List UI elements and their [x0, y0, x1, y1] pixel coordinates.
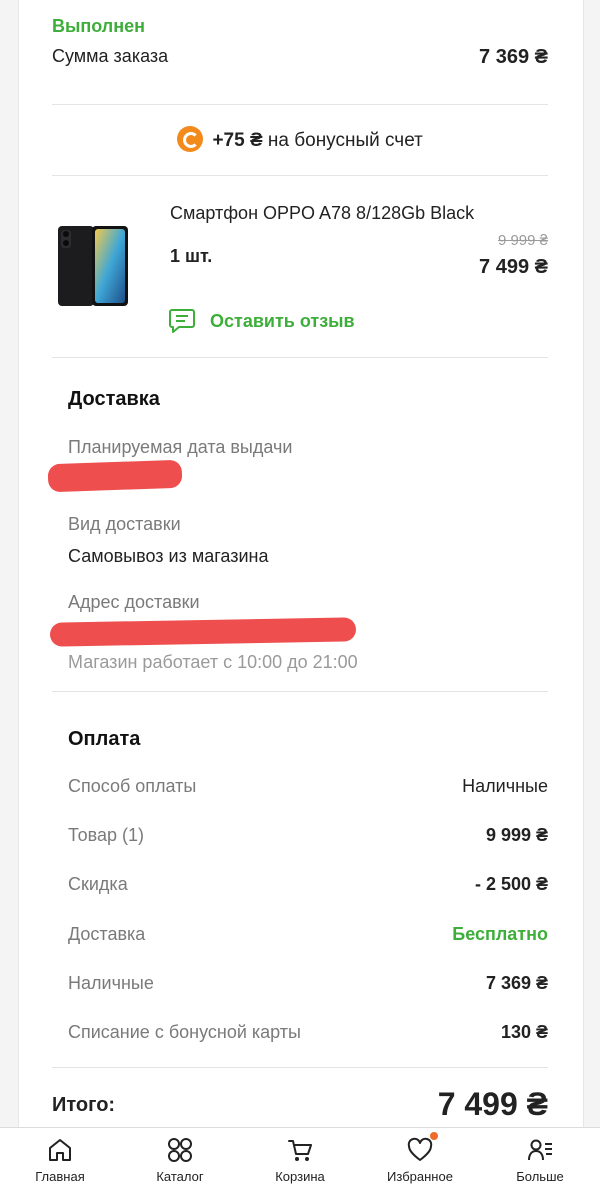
- payment-row: Доставка Бесплатно: [68, 924, 548, 945]
- nav-catalog[interactable]: Каталог: [120, 1128, 240, 1194]
- product-title[interactable]: Смартфон OPPO A78 8/128Gb Black: [170, 203, 474, 224]
- order-sum-value: 7 369 ₴: [479, 46, 548, 68]
- heart-icon: [407, 1137, 433, 1161]
- bonus-text: на бонусный счет: [267, 130, 423, 151]
- cart-icon: [288, 1140, 312, 1161]
- bonus-info: +75 ₴ на бонусный счет: [0, 126, 600, 152]
- payment-row: Товар (1) 9 999 ₴: [68, 825, 548, 846]
- cash-label: Наличные: [68, 973, 154, 993]
- items-label: Товар (1): [68, 825, 144, 845]
- discount-label: Скидка: [68, 874, 128, 894]
- bottom-navigation: Главная Каталог Корзина Избранное Больше: [0, 1127, 600, 1194]
- nav-catalog-label: Каталог: [156, 1169, 204, 1184]
- divider: [52, 1067, 548, 1068]
- delivery-cost-label: Доставка: [68, 924, 146, 944]
- nav-home-label: Главная: [35, 1169, 85, 1184]
- cash-value: 7 369 ₴: [485, 973, 548, 993]
- payment-row: Списание с бонусной карты 130 ₴: [68, 1022, 548, 1043]
- delivery-cost-value: Бесплатно: [452, 924, 548, 944]
- nav-cart[interactable]: Корзина: [240, 1128, 360, 1194]
- payment-method-label: Способ оплаты: [68, 776, 197, 796]
- delivery-date-label: Планируемая дата выдачи: [68, 437, 293, 457]
- order-sum-label: Сумма заказа: [52, 46, 169, 66]
- bonus-amount: +75 ₴: [212, 130, 263, 151]
- total-label: Итого:: [52, 1094, 116, 1116]
- bonus-writeoff-value: 130 ₴: [500, 1022, 548, 1042]
- divider: [52, 104, 548, 105]
- store-hours: Магазин работает с 10:00 до 21:00: [68, 652, 358, 672]
- more-icon: [528, 1139, 552, 1161]
- divider: [52, 175, 548, 176]
- leave-review-label: Оставить отзыв: [210, 310, 355, 331]
- bonus-coin-icon: [177, 126, 204, 152]
- leave-review-button[interactable]: Оставить отзыв: [168, 306, 355, 336]
- delivery-type-label: Вид доставки: [68, 514, 181, 534]
- nav-home[interactable]: Главная: [0, 1128, 120, 1194]
- product-old-price: 9 999 ₴: [497, 232, 548, 249]
- bonus-writeoff-label: Списание с бонусной карты: [68, 1022, 301, 1042]
- delivery-address-label: Адрес доставки: [68, 592, 200, 612]
- delivery-type-value: Самовывоз из магазина: [68, 546, 269, 566]
- product-image[interactable]: [57, 224, 129, 308]
- nav-cart-label: Корзина: [275, 1169, 325, 1184]
- nav-favorites-label: Избранное: [387, 1169, 453, 1184]
- payment-row: Скидка - 2 500 ₴: [68, 874, 548, 895]
- payment-row: Способ оплаты Наличные: [68, 776, 548, 797]
- discount-value: - 2 500 ₴: [474, 874, 548, 894]
- product-qty: 1 шт.: [170, 246, 213, 266]
- review-chat-icon: [169, 309, 195, 333]
- delivery-title: Доставка: [68, 388, 160, 410]
- home-icon: [49, 1139, 71, 1161]
- redacted-date: [47, 459, 183, 493]
- product-price: 7 499 ₴: [479, 256, 548, 278]
- notification-dot: [430, 1132, 438, 1140]
- nav-more-label: Больше: [516, 1169, 564, 1184]
- divider: [52, 691, 548, 692]
- payment-title: Оплата: [68, 728, 141, 750]
- total-value: 7 499 ₴: [437, 1086, 548, 1122]
- nav-favorites[interactable]: Избранное: [360, 1128, 480, 1194]
- nav-more[interactable]: Больше: [480, 1128, 600, 1194]
- divider: [52, 357, 548, 358]
- catalog-icon: [168, 1138, 192, 1162]
- payment-row: Наличные 7 369 ₴: [68, 973, 548, 994]
- items-value: 9 999 ₴: [485, 825, 548, 845]
- order-status: Выполнен: [52, 16, 145, 36]
- payment-method-value: Наличные: [462, 776, 548, 796]
